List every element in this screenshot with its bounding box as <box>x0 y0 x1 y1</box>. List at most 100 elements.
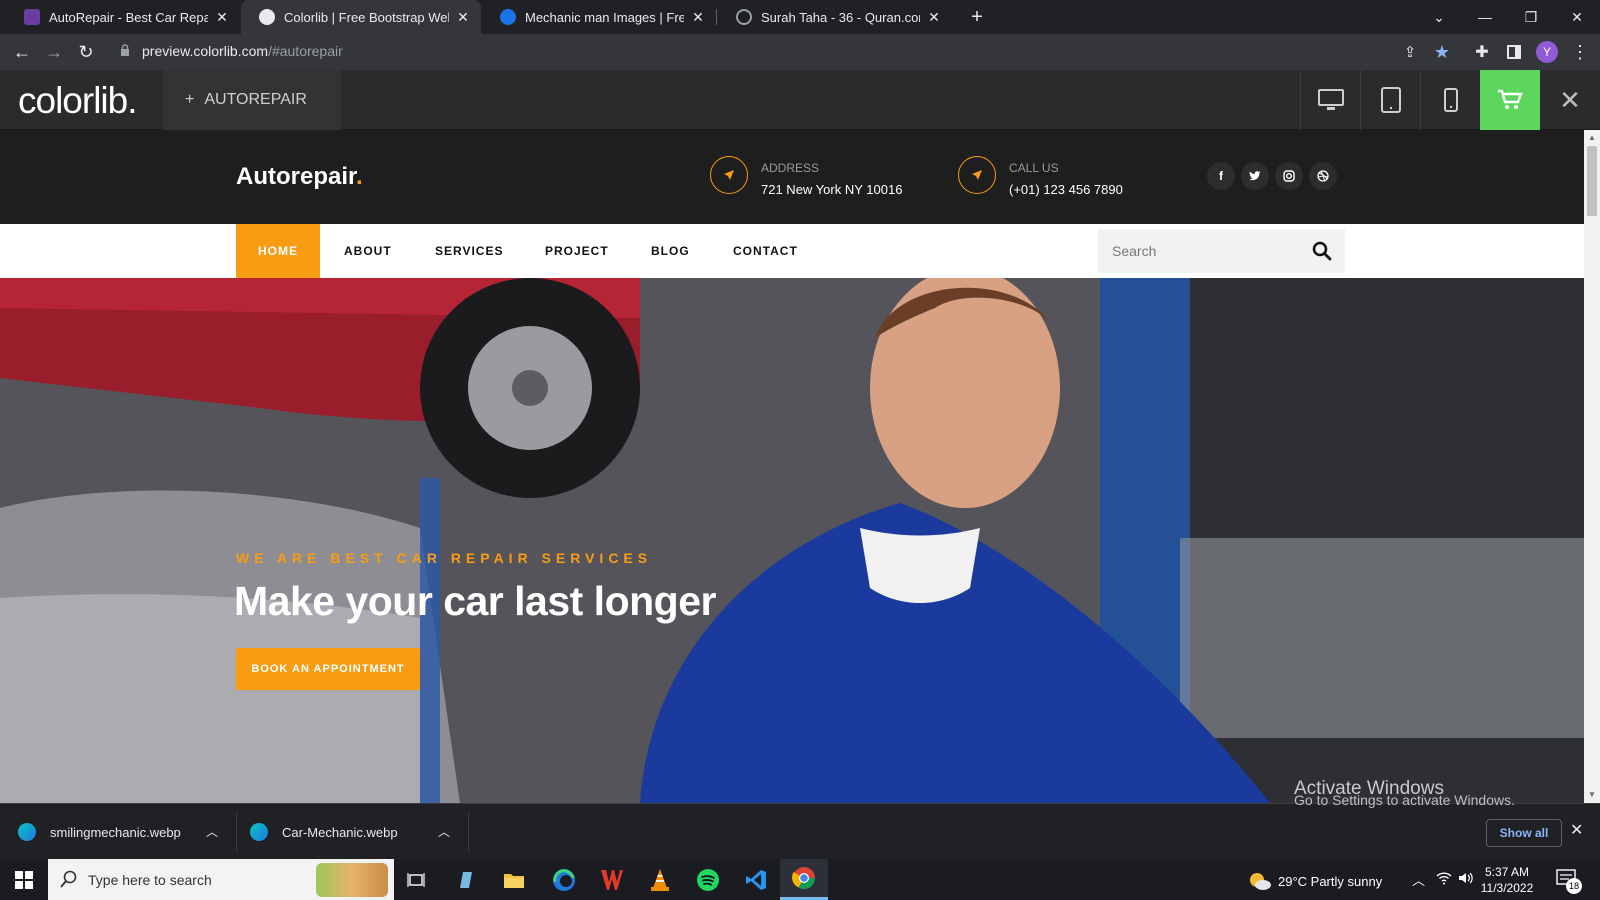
minimize-button[interactable]: — <box>1462 0 1508 34</box>
download-item[interactable]: Car-Mechanic.webp ︿ <box>250 804 460 860</box>
brand-text: Autorepair <box>236 163 357 190</box>
new-tab-button[interactable]: + <box>960 0 994 34</box>
mobile-view-button[interactable] <box>1420 70 1480 130</box>
notifications-icon[interactable]: 18 <box>1556 868 1582 895</box>
chevron-up-icon[interactable]: ︿ <box>1412 870 1425 889</box>
mobile-icon <box>1443 88 1458 112</box>
globe-icon <box>259 9 275 25</box>
hero-section: WE ARE BEST CAR REPAIR SERVICES Make you… <box>0 278 1584 803</box>
scroll-up-arrow-icon[interactable]: ▲ <box>1588 133 1596 142</box>
search-icon <box>60 870 78 891</box>
file-explorer-icon[interactable] <box>490 859 538 900</box>
phone-arrow-icon <box>958 156 996 194</box>
reload-button[interactable]: ↻ <box>74 40 98 64</box>
close-downloads-bar-button[interactable]: ✕ <box>1570 820 1583 840</box>
instagram-icon[interactable] <box>1275 162 1303 190</box>
clock-time: 5:37 AM <box>1484 865 1530 879</box>
weather-text: 29°C Partly sunny <box>1278 873 1383 889</box>
nav-services[interactable]: SERVICES <box>435 224 503 278</box>
twitter-icon[interactable] <box>1241 162 1269 190</box>
show-all-downloads-button[interactable]: Show all <box>1486 819 1562 847</box>
speaker-icon[interactable] <box>1458 871 1474 890</box>
tab-quran[interactable]: Surah Taha - 36 - Quran.com ✕ <box>718 0 952 34</box>
nav-project[interactable]: PROJECT <box>545 224 609 278</box>
profile-avatar[interactable]: Y <box>1536 41 1558 63</box>
windows-taskbar: Type here to search 29°C Partly sunny ︿ … <box>0 859 1600 900</box>
nav-contact[interactable]: CONTACT <box>733 224 798 278</box>
vscode-icon[interactable] <box>732 859 780 900</box>
call-value: (+01) 123 456 7890 <box>1009 182 1123 197</box>
location-arrow-icon <box>710 156 748 194</box>
search-input[interactable] <box>1098 229 1298 273</box>
forward-button[interactable]: → <box>42 40 66 64</box>
nav-about[interactable]: ABOUT <box>344 224 392 278</box>
chevron-up-icon[interactable]: ︿ <box>206 823 218 840</box>
vlc-player-icon[interactable] <box>636 859 684 900</box>
taskbar-search-placeholder: Type here to search <box>88 871 212 888</box>
chrome-icon[interactable] <box>780 859 828 900</box>
extensions-puzzle-icon[interactable]: ✚ <box>1470 40 1494 64</box>
spotify-icon[interactable] <box>684 859 732 900</box>
window-close-button[interactable]: ✕ <box>1554 0 1600 34</box>
kebab-menu-icon[interactable]: ⋮ <box>1568 40 1592 64</box>
cart-button[interactable] <box>1480 70 1540 130</box>
tab-autorepair[interactable]: AutoRepair - Best Car Repair Web ✕ <box>6 0 240 34</box>
theme-name: AUTOREPAIR <box>204 91 307 108</box>
taskbar-search-box[interactable]: Type here to search <box>48 859 394 900</box>
scrollbar-thumb[interactable] <box>1587 146 1597 216</box>
address-value: 721 New York NY 10016 <box>761 182 903 197</box>
theme-selector[interactable]: + AUTOREPAIR <box>163 70 341 130</box>
search-highlight-sandwich-icon <box>316 863 388 897</box>
search-icon[interactable] <box>1312 241 1332 266</box>
nav-blog[interactable]: BLOG <box>651 224 690 278</box>
book-appointment-button[interactable]: BOOK AN APPOINTMENT <box>236 648 420 690</box>
tablet-view-button[interactable] <box>1360 70 1420 130</box>
wifi-icon[interactable] <box>1436 871 1452 888</box>
hero-title: Make your car last longer <box>234 578 716 624</box>
browser-toolbar: ← → ↻ preview.colorlib.com/#autorepair ⇪… <box>0 34 1600 70</box>
weather-widget[interactable]: 29°C Partly sunny <box>1248 871 1382 891</box>
address-label: ADDRESS <box>761 161 820 175</box>
tab-mechanic-images[interactable]: Mechanic man Images | Free Vec ✕ <box>482 0 716 34</box>
back-button[interactable]: ← <box>10 40 34 64</box>
share-icon[interactable]: ⇪ <box>1398 40 1422 64</box>
close-icon[interactable]: ✕ <box>214 9 230 26</box>
side-panel-icon[interactable] <box>1502 40 1526 64</box>
windows-start-button[interactable] <box>0 859 48 900</box>
close-icon[interactable]: ✕ <box>455 9 471 26</box>
scroll-down-arrow-icon[interactable]: ▼ <box>1588 790 1596 799</box>
partly-sunny-icon <box>1250 873 1271 890</box>
nav-home[interactable]: HOME <box>236 224 320 278</box>
system-clock[interactable]: 5:37 AM 11/3/2022 <box>1474 864 1540 896</box>
tab-colorlib[interactable]: Colorlib | Free Bootstrap Website ✕ <box>241 0 481 34</box>
chevron-up-icon[interactable]: ︿ <box>438 823 450 840</box>
download-filename: Car-Mechanic.webp <box>282 824 398 840</box>
dribbble-icon[interactable] <box>1309 162 1337 190</box>
page-scrollbar[interactable]: ▲ ▼ <box>1584 130 1600 803</box>
close-icon[interactable]: ✕ <box>926 9 942 26</box>
browser-tab-strip: AutoRepair - Best Car Repair Web ✕ Color… <box>0 0 1600 34</box>
tab-title: AutoRepair - Best Car Repair Web <box>49 9 208 25</box>
download-item[interactable]: smilingmechanic.webp ︿ <box>18 804 228 860</box>
edge-browser-icon[interactable] <box>540 859 588 900</box>
desktop-view-button[interactable] <box>1300 70 1360 130</box>
downloads-bar: Go to Settings to activate Windows. smil… <box>0 792 1600 860</box>
clock-date: 11/3/2022 <box>1480 881 1534 895</box>
desktop-icon <box>1317 89 1344 110</box>
site-logo[interactable]: Autorepair. <box>236 163 363 191</box>
close-preview-button[interactable]: ✕ <box>1540 70 1600 130</box>
restore-button[interactable]: ❐ <box>1508 0 1554 34</box>
task-view-icon[interactable] <box>392 859 440 900</box>
tab-title: Mechanic man Images | Free Vec <box>525 9 684 25</box>
tab-title: Colorlib | Free Bootstrap Website <box>284 9 449 25</box>
file-clipboard-app-icon[interactable] <box>442 859 490 900</box>
hero-kicker: WE ARE BEST CAR REPAIR SERVICES <box>236 550 653 566</box>
tab-search-button[interactable]: ⌄ <box>1416 0 1462 34</box>
colorlib-logo[interactable]: colorlib. <box>18 80 137 122</box>
colorlib-preview-bar: colorlib. + AUTOREPAIR ✕ <box>0 70 1600 130</box>
bookmark-star-icon[interactable]: ★ <box>1430 40 1454 64</box>
tablet-icon <box>1380 87 1401 113</box>
close-icon[interactable]: ✕ <box>690 9 706 26</box>
facebook-icon[interactable]: f <box>1207 162 1235 190</box>
wps-office-icon[interactable] <box>588 859 636 900</box>
